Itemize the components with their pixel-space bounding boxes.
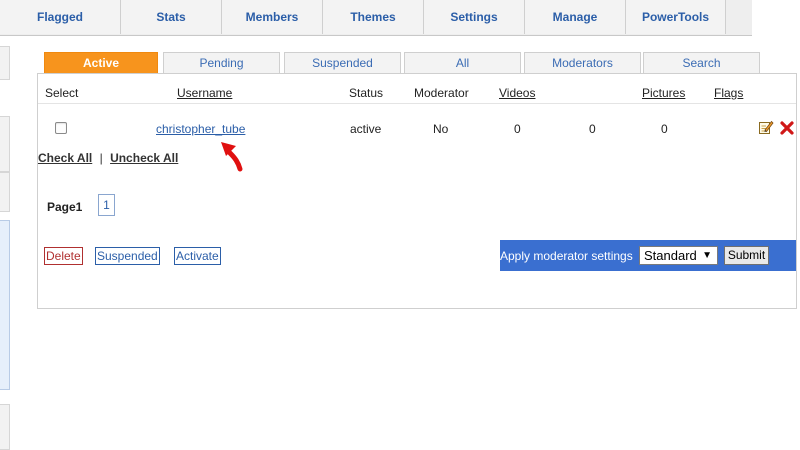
nav-item-powertools[interactable]: PowerTools	[625, 0, 726, 34]
row-pictures: 0	[661, 122, 668, 136]
delete-button[interactable]: Delete	[44, 247, 83, 265]
annotation-arrow-icon	[218, 136, 248, 176]
selection-separator: |	[99, 151, 103, 165]
sidebar-item[interactable]	[0, 116, 10, 172]
check-all-link[interactable]: Check All	[38, 151, 92, 165]
edit-icon[interactable]	[758, 119, 774, 135]
column-header-pictures[interactable]: Pictures	[642, 86, 685, 100]
activate-button[interactable]: Activate	[174, 247, 221, 265]
chevron-down-icon: ▼	[702, 250, 712, 261]
moderator-settings-bar: Apply moderator settings Standard ▼ Subm…	[500, 240, 796, 271]
tab-search[interactable]: Search	[643, 52, 760, 73]
table-header: Select Username Status Moderator Videos …	[38, 74, 796, 104]
left-sidebar-edge	[0, 36, 10, 450]
sidebar-menu-block[interactable]	[0, 220, 10, 390]
nav-item-flagged[interactable]: Flagged	[0, 0, 120, 34]
column-header-username[interactable]: Username	[177, 86, 232, 100]
page-label: Page1	[47, 200, 83, 214]
column-header-videos[interactable]: Videos	[499, 86, 535, 100]
page-number-1[interactable]: 1	[98, 194, 115, 216]
nav-item-manage[interactable]: Manage	[524, 0, 625, 34]
username-link[interactable]: christopher_tube	[156, 122, 245, 136]
tab-suspended[interactable]: Suspended	[284, 52, 401, 73]
tab-all[interactable]: All	[404, 52, 521, 73]
moderator-settings-label: Apply moderator settings	[500, 249, 633, 263]
tab-active[interactable]: Active	[44, 52, 158, 73]
sidebar-item[interactable]	[0, 172, 10, 212]
row-videos: 0	[514, 122, 521, 136]
row-count: 0	[589, 122, 596, 136]
delete-x-icon[interactable]	[779, 120, 795, 136]
row-select-checkbox[interactable]	[55, 122, 67, 134]
sidebar-item[interactable]	[0, 404, 10, 450]
uncheck-all-link[interactable]: Uncheck All	[110, 151, 178, 165]
row-moderator: No	[433, 122, 449, 136]
top-navigation: Flagged Stats Members Themes Settings Ma…	[0, 0, 752, 36]
tab-moderators[interactable]: Moderators	[524, 52, 641, 73]
tab-pending[interactable]: Pending	[163, 52, 280, 73]
moderator-level-select[interactable]: Standard ▼	[639, 246, 718, 265]
nav-item-settings[interactable]: Settings	[423, 0, 524, 34]
members-panel: Select Username Status Moderator Videos …	[37, 73, 797, 309]
column-header-status: Status	[349, 86, 384, 100]
submit-button[interactable]: Submit	[724, 246, 769, 265]
moderator-level-value: Standard	[644, 248, 697, 263]
selection-links: Check All | Uncheck All	[38, 151, 178, 165]
nav-item-themes[interactable]: Themes	[322, 0, 423, 34]
column-header-moderator: Moderator	[414, 86, 469, 100]
nav-item-members[interactable]: Members	[221, 0, 322, 34]
suspend-button[interactable]: Suspended	[95, 247, 160, 265]
nav-item-stats[interactable]: Stats	[120, 0, 221, 34]
row-status: active	[350, 122, 382, 136]
sidebar-header-strip	[0, 46, 10, 80]
column-header-select: Select	[45, 86, 79, 100]
column-header-flags[interactable]: Flags	[714, 86, 743, 100]
